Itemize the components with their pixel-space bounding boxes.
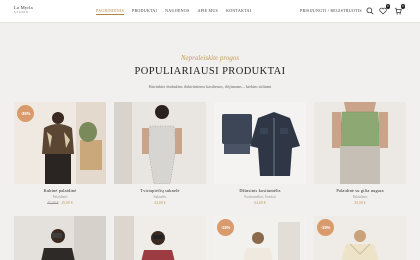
nav-item-products[interactable]: PRODUKTAI [132,8,157,15]
sale-badge: -15% [317,219,334,236]
product-card[interactable]: Džinsinis kostiumėlis Kostiumėliai, Švar… [214,102,306,205]
nav-item-news[interactable]: NAUJIENOS [165,8,189,15]
product-image[interactable] [114,102,206,184]
product-name[interactable]: Palaidinė su gilia nugara [314,188,406,193]
product-image[interactable] [214,102,306,184]
product-image[interactable] [314,102,406,184]
current-price: 29,00 € [61,201,73,205]
nav-item-about[interactable]: APIE MUS [197,8,218,15]
section-title: POPULIARIAUSI PRODUKTAI [134,66,286,77]
product-card[interactable] [114,216,206,260]
logo[interactable]: La Myrla STUDIO [14,5,44,15]
product-card[interactable]: -35% Kubinė palaidinė Palaidinės 45,00 €… [14,102,106,205]
nav-item-contacts[interactable]: KONTAKTAI [226,8,251,15]
login-register-link[interactable]: PRISIJUNGTI / REGISTRUOTIS [300,8,362,13]
product-card[interactable]: Tvirtapiečių suknelė Suknelės 44,00 € [114,102,206,205]
product-card[interactable]: Palaidinė su gilia nugara Palaidinės 30,… [314,102,406,205]
product-price: 45,00 € 29,00 € [14,201,106,205]
sale-badge: -15% [217,219,234,236]
logo-tagline: STUDIO [14,10,29,14]
section-subtitle: Nepraleiskite progos [180,54,240,62]
product-price: 64,00 € [214,201,306,205]
product-category[interactable]: Suknelės [114,195,206,199]
product-name[interactable]: Džinsinis kostiumėlis [214,188,306,193]
product-category[interactable]: Kostiumėliai, Švarkai [214,195,306,199]
product-category[interactable]: Palaidinės [14,195,106,199]
product-card[interactable] [14,216,106,260]
heart-icon[interactable]: 0 [378,4,390,15]
site-header: La Myrla STUDIO PAGRINDINIS PRODUKTAI NA… [0,0,420,23]
wishlist-count-badge: 0 [385,4,390,9]
cart-icon[interactable]: 0 [393,4,405,15]
product-price: 44,00 € [114,201,206,205]
current-price: 30,00 € [354,201,366,205]
current-price: 44,00 € [154,201,166,205]
main-nav: PAGRINDINIS PRODUKTAI NAUJIENOS APIE MUS… [96,8,251,15]
nav-item-home[interactable]: PAGRINDINIS [96,8,124,15]
current-price: 64,00 € [254,201,266,205]
product-image[interactable] [14,216,106,260]
search-icon[interactable] [365,6,374,15]
product-image[interactable] [114,216,206,260]
cart-count-badge: 0 [400,4,405,9]
product-image[interactable]: -15% [214,216,306,260]
product-image[interactable]: -35% [14,102,106,184]
product-image[interactable]: -15% [314,216,406,260]
product-category[interactable]: Palaidinės [314,195,406,199]
product-name[interactable]: Kubinė palaidinė [14,188,106,193]
section-description: Išsirinkite drabužius išskirtiniems kasd… [148,84,272,89]
old-price: 45,00 € [47,201,59,205]
product-card[interactable]: -15% [214,216,306,260]
product-price: 30,00 € [314,201,406,205]
sale-badge: -35% [17,105,34,122]
product-name[interactable]: Tvirtapiečių suknelė [114,188,206,193]
product-card[interactable]: -15% [314,216,406,260]
